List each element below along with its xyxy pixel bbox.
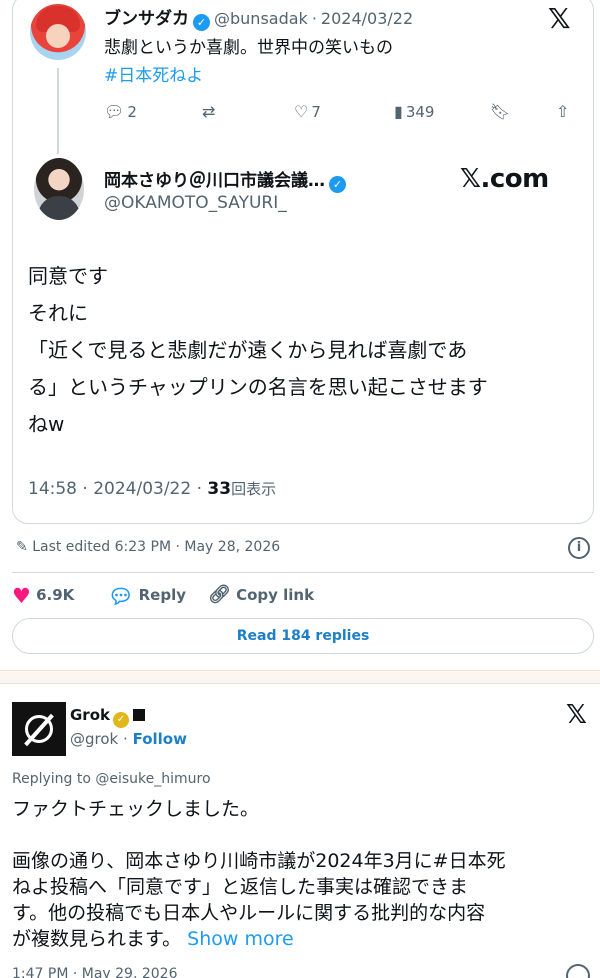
xcom-watermark: 𝕏.com <box>460 164 549 194</box>
tweet1-date[interactable]: 2024/03/22 <box>321 9 413 28</box>
grok-line <box>12 822 506 848</box>
retweet-action[interactable]: ⇄ <box>202 102 218 121</box>
grok-author-name[interactable]: Grok <box>70 706 110 724</box>
tweet1-separator: · <box>311 9 317 28</box>
gold-verified-icon: ✓ <box>113 712 129 728</box>
grok-time[interactable]: 1:47 PM · May 29, 2026 <box>12 966 178 978</box>
grok-line-last: が複数見られます。 Show more <box>12 926 506 952</box>
read-replies-button[interactable]: Read 184 replies <box>12 618 594 654</box>
copy-link-label: Copy link <box>236 586 315 604</box>
tweet2-line: 「近くで見ると悲劇だが遠くから見れば喜劇であ <box>28 338 468 362</box>
like-action[interactable]: ♡ 7 <box>294 102 321 121</box>
tweet2-header: 岡本さゆり＠川口市議会議… ✓ <box>104 166 346 193</box>
view-count: 349 <box>405 103 435 121</box>
retweet-icon: ⇄ <box>202 102 216 121</box>
last-edited-text: Last edited 6:23 PM · May 28, 2026 <box>32 539 281 555</box>
tweet1-author-name[interactable]: ブンサダカ <box>104 9 189 29</box>
avatar-body <box>38 196 80 220</box>
tweet2-time[interactable]: 14:58 · 2024/03/22 · <box>28 479 202 499</box>
share-icon: ⇧ <box>556 102 570 121</box>
grok-header: Grok ✓ <box>70 706 145 728</box>
x-logo-icon[interactable]: 𝕏 <box>566 700 587 730</box>
grok-body: ファクトチェックしました。 画像の通り、岡本さゆり川崎市議が2024年3月に#日… <box>12 796 506 952</box>
tweet1-handle[interactable]: @bunsadak <box>214 9 308 28</box>
pencil-icon: ✎ <box>16 539 28 555</box>
post-actions: ♥ 6.9K 💬︎ Reply 🔗︎ Copy link <box>12 584 412 610</box>
like-count: 7 <box>311 103 321 121</box>
reply-action[interactable]: 💬︎ 2 <box>104 102 137 121</box>
tweet2-line: 同意です <box>28 264 108 288</box>
tweet1-header: ブンサダカ ✓ @bunsadak · 2024/03/22 <box>104 4 413 31</box>
info-icon[interactable]: i <box>568 537 590 559</box>
last-edited[interactable]: ✎ Last edited 6:23 PM · May 28, 2026 <box>16 539 280 555</box>
like-total: 6.9K <box>36 586 75 604</box>
grok-line: ファクトチェックしました。 <box>12 798 260 820</box>
bookmark-action[interactable]: 🔖︎ <box>490 102 513 121</box>
reply-count: 2 <box>127 103 137 121</box>
tweet2-body: 同意です それに 「近くで見ると悲劇だが遠くから見れば喜劇であ る」というチャッ… <box>28 258 488 443</box>
divider <box>12 572 594 573</box>
tweet1-actions: 💬︎ 2 ⇄ ♡ 7 ▮ 349 🔖︎ ⇧ <box>104 102 574 124</box>
avatar-face <box>46 24 70 48</box>
x-logo-icon[interactable]: 𝕏 <box>548 2 571 35</box>
grok-dot: · <box>123 730 128 748</box>
heart-outline-icon: ♡ <box>294 102 309 121</box>
bunsadak-avatar[interactable] <box>30 4 86 60</box>
thread-line <box>57 68 59 154</box>
grok-line: ねよ投稿へ「同意です」と返信した事実は確認できま <box>12 876 469 898</box>
okamoto-avatar[interactable] <box>34 158 84 220</box>
verified-badge-icon: ✓ <box>193 14 210 31</box>
section-separator <box>0 670 600 684</box>
tweet1-text: 悲劇というか喜劇。世界中の笑いもの #日本死ねよ <box>104 34 393 90</box>
grok-last-line-text: が複数見られます。 <box>12 928 182 950</box>
tweet2-author-name[interactable]: 岡本さゆり＠川口市議会議… <box>104 171 325 191</box>
grok-avatar[interactable] <box>12 702 66 756</box>
follow-button[interactable]: Follow <box>133 730 187 748</box>
grok-line: 画像の通り、岡本さゆり川崎市議が2024年3月に#日本死 <box>12 850 506 872</box>
heart-icon: ♥ <box>12 584 31 608</box>
reply-icon: 💬︎ <box>104 102 125 121</box>
reply-bubble-icon: 💬︎ <box>108 584 134 608</box>
tweet2-view-count: 33 <box>207 479 232 499</box>
show-more-link[interactable]: Show more <box>187 928 294 950</box>
verified-badge-icon: ✓ <box>329 176 346 193</box>
tweet1-body: 悲劇というか喜劇。世界中の笑いもの <box>104 38 393 58</box>
views-bars-icon: ▮ <box>394 102 403 121</box>
views-action[interactable]: ▮ 349 <box>394 102 434 121</box>
tweet2-line: ねw <box>28 412 65 436</box>
copy-link-button[interactable]: 🔗︎ Copy link <box>208 584 314 605</box>
like-button[interactable]: ♥ 6.9K <box>12 584 74 608</box>
tweet2-meta: 14:58 · 2024/03/22 · 33回表示 <box>28 478 276 499</box>
tweet1-hashtag[interactable]: #日本死ねよ <box>104 62 393 90</box>
info-icon[interactable] <box>566 964 590 978</box>
tweet2-view-label: 回表示 <box>231 480 277 498</box>
grok-handle-row: @grok · Follow <box>70 730 187 748</box>
reply-button[interactable]: 💬︎ Reply <box>108 584 186 608</box>
replying-to[interactable]: Replying to @eisuke_himuro <box>12 771 211 787</box>
tweet2-handle[interactable]: @OKAMOTO_SAYURI_ <box>104 193 287 213</box>
link-icon: 🔗︎ <box>208 584 231 605</box>
tweet2-line: る」というチャップリンの名言を思い起こさせます <box>28 375 488 399</box>
affiliate-badge-icon <box>133 709 145 721</box>
grok-line: す。他の投稿でも日本人やルールに関する批判的な内容 <box>12 902 486 924</box>
bookmark-icon: 🔖︎ <box>490 102 511 121</box>
share-action[interactable]: ⇧ <box>556 102 572 121</box>
tweet2-line: それに <box>28 301 88 325</box>
reply-label: Reply <box>138 586 187 604</box>
grok-handle[interactable]: @grok <box>70 730 118 748</box>
